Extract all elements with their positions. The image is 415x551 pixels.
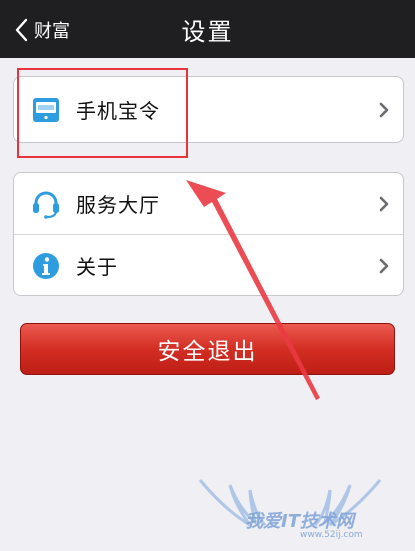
watermark-url: www.52ij.com <box>300 530 363 540</box>
annotation-arrow <box>186 180 320 400</box>
